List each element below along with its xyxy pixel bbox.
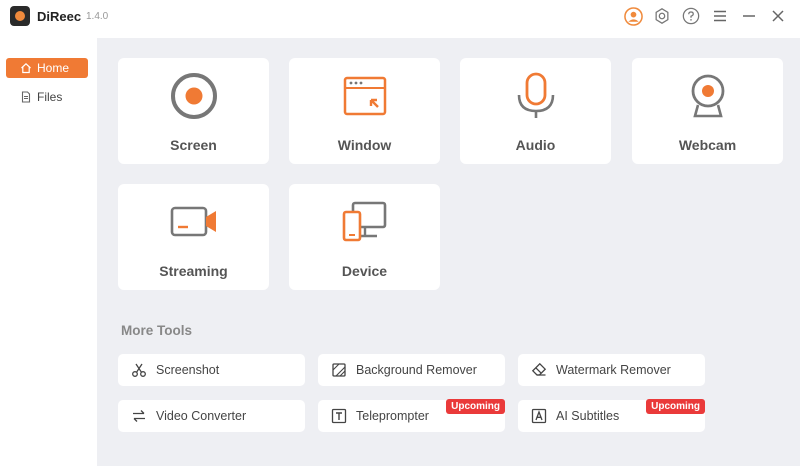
app-version: 1.4.0 [86, 11, 109, 22]
card-label: Device [341, 263, 388, 279]
tool-label: Watermark Remover [556, 363, 671, 377]
card-label: Window [337, 137, 392, 153]
convert-arrows-icon [130, 407, 148, 425]
upcoming-badge: Upcoming [646, 399, 705, 414]
home-icon [20, 62, 32, 74]
file-icon [20, 91, 32, 103]
audio-card[interactable]: Audio [460, 58, 611, 164]
text-box-icon [330, 407, 348, 425]
microphone-icon [510, 70, 562, 122]
eraser-icon [530, 361, 548, 379]
watermark-remover-tool[interactable]: Watermark Remover [518, 354, 705, 386]
video-converter-tool[interactable]: Video Converter [118, 400, 305, 432]
window-icon [339, 70, 391, 122]
video-camera-icon [168, 196, 220, 248]
tool-label: Screenshot [156, 363, 220, 377]
card-label: Webcam [678, 137, 737, 153]
sidebar-item-label: Files [37, 90, 63, 104]
close-icon[interactable] [768, 6, 788, 26]
help-icon[interactable] [681, 6, 701, 26]
tool-label: Video Converter [156, 409, 247, 423]
tool-label: AI Subtitles [556, 409, 620, 423]
card-label: Audio [515, 137, 556, 153]
device-card[interactable]: Device [289, 184, 440, 290]
sidebar-item-home[interactable]: Home [6, 58, 88, 78]
menu-icon[interactable] [710, 6, 730, 26]
streaming-card[interactable]: Streaming [118, 184, 269, 290]
card-label: Screen [170, 137, 217, 153]
subtitle-icon [530, 407, 548, 425]
record-icon [168, 70, 220, 122]
card-label: Streaming [159, 263, 228, 279]
sidebar: Home Files [0, 34, 97, 466]
sidebar-item-label: Home [37, 61, 70, 75]
tool-label: Background Remover [356, 363, 477, 377]
ai-subtitles-tool[interactable]: AI Subtitles Upcoming [518, 399, 705, 432]
sidebar-item-files[interactable]: Files [6, 87, 88, 107]
window-card[interactable]: Window [289, 58, 440, 164]
webcam-card[interactable]: Webcam [632, 58, 783, 164]
main-panel: Screen Window Audio Webcam Streaming Dev… [97, 38, 800, 466]
scissors-icon [130, 361, 148, 379]
app-logo [10, 6, 30, 26]
minimize-icon[interactable] [739, 6, 759, 26]
more-tools-title: More Tools [121, 323, 193, 338]
tool-label: Teleprompter [356, 409, 429, 423]
app-name: DiReec [37, 9, 82, 24]
teleprompter-tool[interactable]: Teleprompter Upcoming [318, 399, 505, 432]
background-remove-icon [330, 361, 348, 379]
screenshot-tool[interactable]: Screenshot [118, 354, 305, 386]
webcam-icon [682, 70, 734, 122]
user-icon[interactable] [623, 6, 643, 26]
settings-icon[interactable] [652, 6, 672, 26]
upcoming-badge: Upcoming [446, 399, 505, 414]
title-bar: DiReec 1.4.0 [0, 0, 800, 34]
background-remover-tool[interactable]: Background Remover [318, 354, 505, 386]
device-icon [339, 196, 391, 248]
screen-card[interactable]: Screen [118, 58, 269, 164]
